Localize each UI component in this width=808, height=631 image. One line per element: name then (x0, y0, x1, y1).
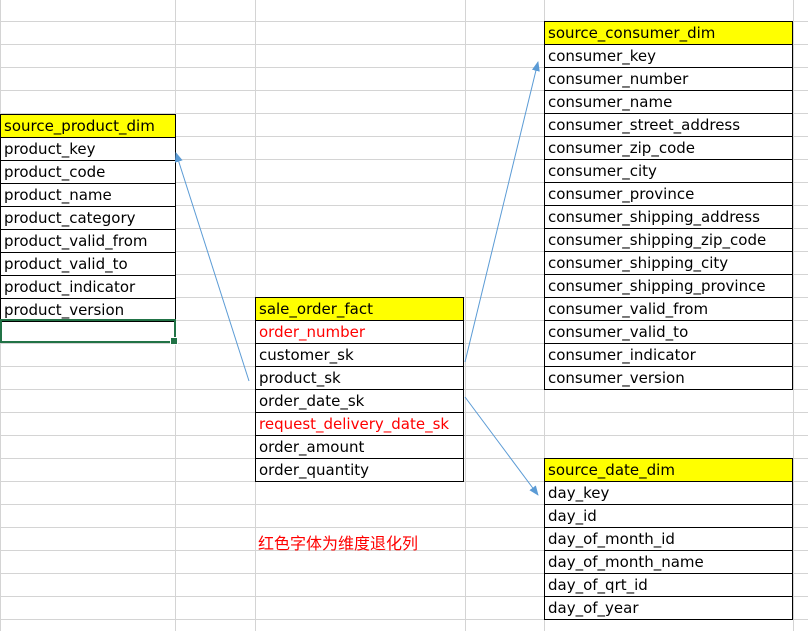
fact-title[interactable]: sale_order_fact (255, 297, 464, 321)
consumer-dim-field[interactable]: consumer_shipping_address (544, 206, 793, 229)
degenerate-dimension-note: 红色字体为维度退化列 (258, 534, 419, 553)
consumer-dim-field[interactable]: consumer_version (544, 367, 793, 390)
product-dim-title[interactable]: source_product_dim (0, 114, 176, 138)
product-dim-field[interactable]: product_name (0, 184, 176, 207)
product-dim-field[interactable]: product_category (0, 207, 176, 230)
date-dim-field[interactable]: day_of_month_id (544, 528, 793, 551)
consumer-dim-field[interactable]: consumer_valid_to (544, 321, 793, 344)
fact-field[interactable]: request_delivery_date_sk (255, 413, 464, 436)
fact-field[interactable]: product_sk (255, 367, 464, 390)
consumer-dim-field[interactable]: consumer_street_address (544, 114, 793, 137)
fill-handle[interactable] (170, 337, 178, 345)
product-dim-field[interactable]: product_code (0, 161, 176, 184)
date-dim-field[interactable]: day_key (544, 482, 793, 505)
product-dim-field[interactable]: product_indicator (0, 276, 176, 299)
consumer-dim-field[interactable]: consumer_zip_code (544, 137, 793, 160)
date-dim-field[interactable]: day_of_qrt_id (544, 574, 793, 597)
consumer-dim-field[interactable]: consumer_shipping_city (544, 252, 793, 275)
fact-field[interactable]: order_quantity (255, 459, 464, 482)
consumer-dim-field[interactable]: consumer_province (544, 183, 793, 206)
consumer-dim-title[interactable]: source_consumer_dim (544, 21, 793, 45)
consumer-dim-field[interactable]: consumer_number (544, 68, 793, 91)
product-dim-field[interactable]: product_valid_to (0, 253, 176, 276)
fact-field[interactable]: order_amount (255, 436, 464, 459)
date-dim-field[interactable]: day_id (544, 505, 793, 528)
product-dim-field[interactable]: product_key (0, 138, 176, 161)
consumer-dim-field[interactable]: consumer_indicator (544, 344, 793, 367)
consumer-dim-field[interactable]: consumer_name (544, 91, 793, 114)
fact-field[interactable]: customer_sk (255, 344, 464, 367)
fact-field[interactable]: order_date_sk (255, 390, 464, 413)
consumer-dim-field[interactable]: consumer_key (544, 45, 793, 68)
product-dim-field[interactable]: product_valid_from (0, 230, 176, 253)
consumer-dim-field[interactable]: consumer_shipping_zip_code (544, 229, 793, 252)
date-dim-field[interactable]: day_of_year (544, 597, 793, 620)
fact-field[interactable]: order_number (255, 321, 464, 344)
consumer-dim-field[interactable]: consumer_valid_from (544, 298, 793, 321)
date-dim-title[interactable]: source_date_dim (544, 458, 793, 482)
consumer-dim-field[interactable]: consumer_shipping_province (544, 275, 793, 298)
date-dim-field[interactable]: day_of_month_name (544, 551, 793, 574)
consumer-dim-field[interactable]: consumer_city (544, 160, 793, 183)
selected-cell[interactable] (0, 319, 178, 345)
